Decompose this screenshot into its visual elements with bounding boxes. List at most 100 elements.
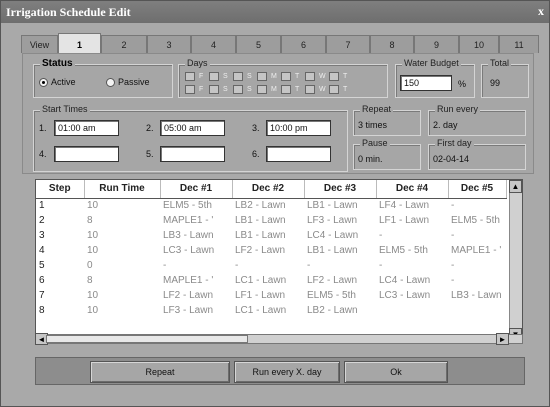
table-cell[interactable]: 1	[36, 198, 84, 213]
tab-9[interactable]: 9	[414, 35, 459, 53]
table-cell[interactable]: -	[232, 258, 304, 273]
table-cell[interactable]: LF4 - Lawn	[376, 198, 448, 213]
table-row[interactable]: 7 10 LF2 - Lawn LF1 - Lawn ELM5 - 5th LC3 - L…	[36, 288, 506, 303]
scroll-up-icon[interactable]: ▲	[509, 180, 522, 193]
table-cell[interactable]: -	[160, 258, 232, 273]
column-header-step[interactable]: Step	[36, 180, 85, 199]
days-row2-checkbox-3[interactable]	[233, 85, 243, 94]
status-passive-radio[interactable]: Passive	[106, 77, 150, 87]
table-cell[interactable]	[376, 303, 448, 318]
table-cell[interactable]: LC3 - Lawn	[160, 243, 232, 258]
start-time-4-input[interactable]	[54, 146, 119, 162]
table-cell[interactable]: LF2 - Lawn	[160, 288, 232, 303]
start-time-2-input[interactable]: 05:00 am	[160, 120, 225, 136]
grid-vertical-scrollbar[interactable]: ▲ ▼	[509, 180, 522, 342]
tab-2[interactable]: 2	[101, 35, 147, 53]
start-time-6-input[interactable]	[266, 146, 331, 162]
table-cell[interactable]: MAPLE1 - '	[448, 243, 506, 258]
table-cell[interactable]: MAPLE1 - '	[160, 213, 232, 228]
days-row2-checkbox-4[interactable]	[257, 85, 267, 94]
table-cell[interactable]: LF1 - Lawn	[376, 213, 448, 228]
table-cell[interactable]: 10	[84, 288, 160, 303]
days-row2-checkbox-5[interactable]	[281, 85, 291, 94]
table-cell[interactable]: 3	[36, 228, 84, 243]
column-header-dec-4[interactable]: Dec #4	[376, 180, 449, 199]
days-row1-checkbox-6[interactable]	[305, 72, 315, 81]
table-cell[interactable]: 10	[84, 228, 160, 243]
status-active-radio[interactable]: Active	[39, 77, 76, 87]
table-row[interactable]: 1 10 ELM5 - 5th LB2 - Lawn LB1 - Lawn LF4 - L…	[36, 198, 506, 213]
table-cell[interactable]: 4	[36, 243, 84, 258]
column-header-dec-1[interactable]: Dec #1	[160, 180, 233, 199]
column-header-dec-5[interactable]: Dec #5	[448, 180, 507, 199]
tab-10[interactable]: 10	[459, 35, 499, 53]
table-row[interactable]: 6 8 MAPLE1 - ' LC1 - Lawn LF2 - Lawn LC4 - La…	[36, 273, 506, 288]
tab-5[interactable]: 5	[236, 35, 281, 53]
table-cell[interactable]: 6	[36, 273, 84, 288]
tab-8[interactable]: 8	[370, 35, 414, 53]
column-header-dec-2[interactable]: Dec #2	[232, 180, 305, 199]
grid-horizontal-scrollbar[interactable]: ◄ ►	[35, 333, 523, 345]
repeat-button[interactable]: Repeat	[90, 361, 230, 383]
table-cell[interactable]: LB1 - Lawn	[232, 228, 304, 243]
table-cell[interactable]: 8	[84, 213, 160, 228]
table-cell[interactable]: LB3 - Lawn	[448, 288, 506, 303]
table-cell[interactable]: 10	[84, 243, 160, 258]
table-cell[interactable]: LF3 - Lawn	[304, 213, 376, 228]
tab-4[interactable]: 4	[191, 35, 236, 53]
days-row1-checkbox-7[interactable]	[329, 72, 339, 81]
table-cell[interactable]: LB1 - Lawn	[304, 243, 376, 258]
tab-6[interactable]: 6	[281, 35, 326, 53]
table-cell[interactable]: LB2 - Lawn	[232, 198, 304, 213]
table-cell[interactable]: -	[448, 273, 506, 288]
days-row2-checkbox-1[interactable]	[185, 85, 195, 94]
table-cell[interactable]: 0	[84, 258, 160, 273]
ok-button[interactable]: Ok	[344, 361, 448, 383]
table-cell[interactable]: ELM5 - 5th	[448, 213, 506, 228]
table-cell[interactable]: -	[376, 258, 448, 273]
tab-11[interactable]: 11	[499, 35, 539, 53]
table-cell[interactable]	[448, 303, 506, 318]
table-cell[interactable]: LC3 - Lawn	[376, 288, 448, 303]
column-header-run-time[interactable]: Run Time	[84, 180, 161, 199]
table-cell[interactable]: ELM5 - 5th	[376, 243, 448, 258]
table-cell[interactable]: 5	[36, 258, 84, 273]
days-row1-checkbox-3[interactable]	[233, 72, 243, 81]
table-cell[interactable]: -	[448, 258, 506, 273]
table-cell[interactable]: LB2 - Lawn	[304, 303, 376, 318]
table-row[interactable]: 50-----	[36, 258, 506, 273]
days-row2-checkbox-6[interactable]	[305, 85, 315, 94]
days-row2-checkbox-2[interactable]	[209, 85, 219, 94]
table-cell[interactable]: 10	[84, 198, 160, 213]
table-cell[interactable]: LC4 - Lawn	[304, 228, 376, 243]
days-row1-checkbox-1[interactable]	[185, 72, 195, 81]
scroll-right-icon[interactable]: ►	[496, 333, 509, 345]
table-cell[interactable]: LB1 - Lawn	[304, 198, 376, 213]
table-cell[interactable]: 10	[84, 303, 160, 318]
table-cell[interactable]: MAPLE1 - '	[160, 273, 232, 288]
table-cell[interactable]: LB3 - Lawn	[160, 228, 232, 243]
table-row[interactable]: 3 10 LB3 - Lawn LB1 - Lawn LC4 - Lawn - -	[36, 228, 506, 243]
table-cell[interactable]: -	[448, 198, 506, 213]
table-row[interactable]: 8 10 LF3 - Lawn LC1 - Lawn LB2 - Lawn	[36, 303, 506, 318]
table-cell[interactable]: 2	[36, 213, 84, 228]
table-cell[interactable]: LF2 - Lawn	[232, 243, 304, 258]
start-time-5-input[interactable]	[160, 146, 225, 162]
table-cell[interactable]: LF2 - Lawn	[304, 273, 376, 288]
column-header-dec-3[interactable]: Dec #3	[304, 180, 377, 199]
table-cell[interactable]: -	[448, 228, 506, 243]
run-every-button[interactable]: Run every X. day	[234, 361, 340, 383]
days-row1-checkbox-5[interactable]	[281, 72, 291, 81]
table-cell[interactable]: 8	[36, 303, 84, 318]
table-cell[interactable]: LC4 - Lawn	[376, 273, 448, 288]
days-row2-checkbox-7[interactable]	[329, 85, 339, 94]
tab-1[interactable]: 1	[58, 33, 101, 53]
horizontal-scroll-thumb[interactable]	[46, 335, 248, 343]
table-cell[interactable]: LF3 - Lawn	[160, 303, 232, 318]
days-row1-checkbox-4[interactable]	[257, 72, 267, 81]
table-cell[interactable]: LC1 - Lawn	[232, 303, 304, 318]
days-row1-checkbox-2[interactable]	[209, 72, 219, 81]
table-cell[interactable]: ELM5 - 5th	[160, 198, 232, 213]
water-budget-input[interactable]: 150	[400, 75, 452, 91]
close-icon[interactable]: x	[535, 4, 547, 19]
